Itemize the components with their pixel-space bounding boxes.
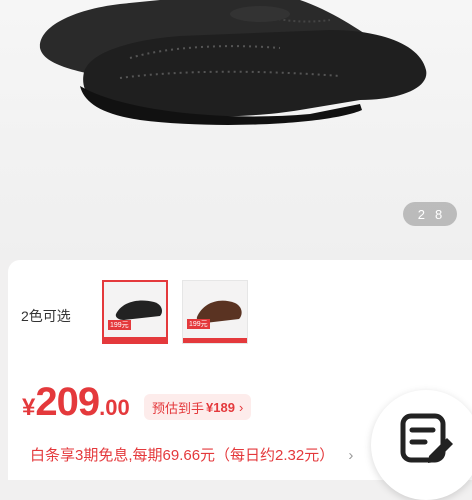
price-integer: 209 [35, 380, 100, 424]
product-price: ¥209.00 [22, 380, 130, 425]
product-image-gallery[interactable]: 2 8 [0, 0, 472, 260]
promo-band [183, 338, 247, 343]
color-options-label: 2色可选 [21, 308, 71, 324]
promo-band [104, 337, 166, 342]
color-option-black[interactable]: 199元 [102, 280, 168, 344]
shoe-image [39, 0, 427, 125]
image-counter-total: 8 [435, 206, 443, 222]
installment-text: 白条享3期免息,每期69.66元（每日约2.32元） [30, 447, 335, 464]
image-counter-current: 2 [417, 206, 425, 222]
chevron-right-icon: › [348, 447, 354, 464]
edit-note-button[interactable] [371, 390, 472, 500]
note-edit-icon [400, 413, 453, 463]
price-decimal: .00 [99, 395, 130, 420]
color-option-price-badge: 199元 [187, 319, 210, 329]
price-currency-symbol: ¥ [22, 394, 36, 421]
color-option-price-badge: 199元 [108, 320, 131, 330]
color-option-brown[interactable]: 199元 [182, 280, 248, 344]
brown-shoe-thumbnail [196, 300, 242, 323]
black-shoe-thumbnail [115, 300, 162, 320]
image-counter: 2 8 [403, 202, 457, 226]
estimate-prefix: 预估到手 [152, 400, 205, 416]
chevron-right-icon: › [238, 399, 244, 415]
estimated-price-badge[interactable]: 预估到手 ¥189 › [144, 394, 252, 420]
installment-offer[interactable]: 白条享3期免息,每期69.66元（每日约2.32元） › [30, 444, 353, 465]
estimate-value: ¥189 [206, 399, 235, 415]
